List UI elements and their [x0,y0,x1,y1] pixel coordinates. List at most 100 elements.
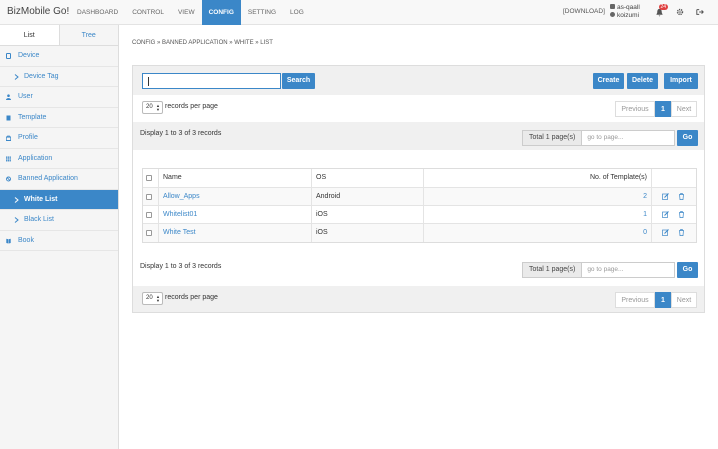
sidebar-item-label: Device [18,52,40,59]
notification-badge: 24 [659,4,668,10]
user-icon [6,94,11,100]
trash-icon[interactable] [678,211,685,218]
select-all-cell [143,169,159,187]
sidebar-item-book[interactable]: Book [0,231,118,251]
row-name-link[interactable]: Allow_Apps [159,188,312,205]
briefcase-icon [6,135,11,141]
edit-icon[interactable] [662,229,669,236]
file-icon [6,115,11,120]
main-nav: DASHBOARD CONTROL VIEW CONFIG SETTING LO… [70,0,311,25]
previous-button[interactable]: Previous [615,292,655,308]
previous-button[interactable]: Previous [615,101,655,117]
column-header-templates[interactable]: No. of Template(s) [424,169,652,187]
total-pages-box: Total 1 page(s) go to page... [522,130,676,146]
row-template-count[interactable]: 0 [424,224,652,242]
page-1-button[interactable]: 1 [655,292,671,308]
user-menu[interactable]: as-qaall koizumi [610,4,640,20]
sidebar-item-banned-application[interactable]: Banned Application [0,169,118,190]
row-os: iOS [312,224,424,242]
go-button[interactable]: Go [677,130,698,146]
records-per-page-select-bottom[interactable]: 20 ▲ ▼ [142,292,163,305]
row-template-count[interactable]: 2 [424,188,652,205]
records-per-page-label: records per page [165,294,218,301]
table-row: Whitelist01 iOS 1 [143,206,696,224]
book-icon [6,238,11,243]
sidebar-item-white-list[interactable]: White List [0,189,118,210]
next-button[interactable]: Next [671,101,697,117]
sidebar-item-device-tag[interactable]: Device Tag [0,67,118,87]
trash-icon[interactable] [678,193,685,200]
delete-button[interactable]: Delete [627,73,658,89]
nav-view[interactable]: VIEW [171,0,202,25]
column-header-os[interactable]: OS [312,169,424,187]
user-icon [610,12,615,17]
sidebar-item-label: Profile [18,134,38,141]
row-name-link[interactable]: White Test [159,224,312,242]
import-button[interactable]: Import [664,73,698,89]
edit-icon[interactable] [662,193,669,200]
edit-icon[interactable] [662,211,669,218]
row-os: iOS [312,206,424,223]
column-header-name[interactable]: Name [159,169,312,187]
next-button[interactable]: Next [671,292,697,308]
records-per-page-select[interactable]: 20 ▲ ▼ [142,101,163,114]
app-brand[interactable]: BizMobile Go! [7,6,69,17]
sidebar-item-label: White List [24,195,58,203]
tab-tree[interactable]: Tree [60,25,119,45]
nav-dashboard[interactable]: DASHBOARD [70,0,125,25]
nav-log[interactable]: LOG [283,0,311,25]
row-checkbox[interactable] [146,194,152,200]
column-header-actions [652,169,696,187]
download-link[interactable]: [DOWNLOAD] [563,8,605,15]
chevron-right-icon [14,73,19,80]
sidebar-item-user[interactable]: User [0,87,118,108]
table-row: Allow_Apps Android 2 [143,188,696,206]
page-1-button[interactable]: 1 [655,101,671,117]
search-button[interactable]: Search [282,73,315,89]
sidebar-item-label: Black List [24,216,54,223]
search-input[interactable] [142,73,281,89]
pagination-bottom: Previous 1 Next [615,292,697,308]
records-display: Display 1 to 3 of 3 records [140,130,222,137]
nav-setting[interactable]: SETTING [241,0,283,25]
breadcrumb: CONFIG » BANNED APPLICATION » WHITE » LI… [132,40,273,46]
building-icon [610,4,615,9]
sidebar-item-label: Book [18,236,34,244]
nav-config[interactable]: CONFIG [201,0,241,25]
tab-list[interactable]: List [0,25,60,45]
nav-control[interactable]: CONTROL [125,0,171,25]
records-per-page-label: records per page [165,103,218,110]
sidebar-item-black-list[interactable]: Black List [0,210,118,231]
user-group: as-qaall [617,4,640,11]
whitelist-table: Name OS No. of Template(s) Allow_Apps An… [142,168,697,243]
create-button[interactable]: Create [593,73,624,89]
sidebar-item-label: Application [18,154,53,162]
top-navbar: BizMobile Go! DASHBOARD CONTROL VIEW CON… [0,0,718,25]
user-name: koizumi [617,12,640,19]
row-template-count[interactable]: 1 [424,206,652,223]
sidebar-item-template[interactable]: Template [0,108,118,128]
total-pages-label: Total 1 page(s) [522,130,583,146]
sidebar-item-application[interactable]: Application [0,149,118,169]
sidebar-item-device[interactable]: Device [0,46,118,67]
ban-icon [6,176,11,182]
grid-icon [6,156,11,161]
chevron-right-icon [14,217,19,223]
goto-page-input[interactable]: go to page... [582,130,676,146]
sidebar-tabs: List Tree [0,25,118,46]
sidebar: List Tree Device Device Tag User Templat… [0,25,119,449]
gear-icon[interactable] [676,8,684,16]
row-name-link[interactable]: Whitelist01 [159,206,312,223]
go-button[interactable]: Go [677,262,698,278]
sign-out-icon[interactable] [696,8,704,16]
goto-page-input[interactable]: go to page... [582,262,676,278]
pagination-top: Previous 1 Next [615,101,697,117]
trash-icon[interactable] [678,229,685,236]
row-checkbox[interactable] [146,212,152,218]
row-checkbox[interactable] [146,230,152,236]
row-os: Android [312,188,424,205]
table-header-row: Name OS No. of Template(s) [143,169,696,188]
sidebar-item-profile[interactable]: Profile [0,128,118,149]
select-all-checkbox[interactable] [146,175,152,181]
records-display-bottom: Display 1 to 3 of 3 records [140,263,222,270]
